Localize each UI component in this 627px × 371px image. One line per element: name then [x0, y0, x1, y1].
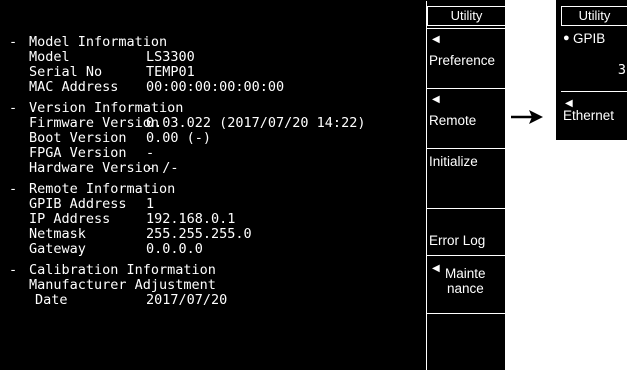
- softkey-label: Mainte nance: [445, 266, 501, 296]
- info-label: Hardware Version: [29, 160, 160, 176]
- info-label: Gateway: [29, 241, 86, 257]
- info-row: MAC Address 00:00:00:00:00:00: [9, 80, 419, 95]
- info-value: 1: [146, 196, 155, 212]
- version-information-section: - Version Information Firmware Version 0.0…: [9, 101, 419, 176]
- info-value: 2017/07/20: [146, 292, 228, 308]
- info-row: Model LS3300: [9, 50, 419, 65]
- info-row: Firmware Version 0.03.022 (2017/07/20 14:…: [9, 116, 419, 131]
- inset-title: Utility: [561, 6, 627, 26]
- info-label: Boot Version: [29, 130, 127, 146]
- info-value: 0.0.0.0: [146, 241, 203, 257]
- softkey-label-line1: Mainte: [445, 266, 486, 281]
- utility-inset-panel: Utility ● GPIB 3 ◀ Ethernet: [556, 0, 627, 140]
- menu-title: Utility: [427, 6, 506, 26]
- info-row: Serial No TEMP01: [9, 65, 419, 80]
- ethernet-label: Ethernet: [563, 108, 615, 123]
- preference-softkey[interactable]: ◀ Preference: [427, 28, 506, 88]
- softkey-label: Preference: [429, 53, 496, 68]
- remote-info-title: Remote Information: [29, 181, 176, 197]
- section-title: - Calibration Information: [9, 262, 216, 278]
- system-info-panel: - Model Information Model LS3300 Serial No…: [9, 35, 419, 314]
- softkey-label: Remote: [429, 113, 477, 128]
- info-value: 00:00:00:00:00:00: [146, 79, 285, 95]
- info-label: Firmware Version: [29, 115, 160, 131]
- info-value: 0.00 (-): [146, 130, 212, 146]
- right-arrow-icon: [511, 110, 543, 124]
- info-label: Manufacturer Adjustment: [29, 277, 216, 293]
- info-label: MAC Address: [29, 79, 119, 95]
- info-row: GPIB Address 1: [9, 197, 419, 212]
- info-row: Netmask 255.255.255.0: [9, 227, 419, 242]
- calibration-information-section: - Calibration Information Manufacturer Ad…: [9, 263, 419, 308]
- gpib-label: GPIB: [573, 31, 606, 46]
- info-row: Boot Version 0.00 (-): [9, 131, 419, 146]
- empty-softkey: [427, 313, 506, 371]
- remote-softkey[interactable]: ◀ Remote: [427, 88, 506, 148]
- info-row: Hardware Version - /-: [9, 161, 419, 176]
- soft-key-menu: Utility ◀ Preference ◀ Remote Initialize…: [426, 1, 506, 371]
- softkey-label-line2: nance: [447, 281, 484, 296]
- info-value: 0.03.022 (2017/07/20 14:22): [146, 115, 366, 131]
- gpib-softkey[interactable]: ● GPIB 3: [561, 29, 627, 91]
- softkey-label: Error Log: [429, 233, 486, 248]
- info-value: LS3300: [146, 49, 195, 65]
- info-row: Manufacturer Adjustment: [9, 278, 419, 293]
- left-triangle-icon: ◀: [432, 34, 440, 45]
- info-value: 192.168.0.1: [146, 211, 236, 227]
- info-label: IP Address: [29, 211, 111, 227]
- info-label: FPGA Version: [29, 145, 127, 161]
- initialize-softkey[interactable]: Initialize: [427, 148, 506, 208]
- info-row: IP Address 192.168.0.1: [9, 212, 419, 227]
- maintenance-softkey[interactable]: ◀ Mainte nance: [427, 255, 506, 315]
- calibration-info-title: Calibration Information: [29, 262, 216, 278]
- model-information-section: - Model Information Model LS3300 Serial No…: [9, 35, 419, 95]
- gpib-address-value: 3: [617, 62, 626, 78]
- radio-filled-icon: ●: [563, 32, 570, 44]
- section-title: - Remote Information: [9, 181, 176, 197]
- info-row: Gateway 0.0.0.0: [9, 242, 419, 257]
- left-triangle-icon: ◀: [432, 263, 440, 274]
- section-title: - Version Information: [9, 100, 184, 116]
- softkey-label: Initialize: [429, 154, 478, 169]
- remote-information-section: - Remote Information GPIB Address 1 IP Add…: [9, 182, 419, 257]
- version-info-title: Version Information: [29, 100, 184, 116]
- info-value: TEMP01: [146, 64, 195, 80]
- info-row: FPGA Version -: [9, 146, 419, 161]
- info-value: 255.255.255.0: [146, 226, 252, 242]
- info-label: Model: [29, 49, 70, 65]
- instrument-screen: - Model Information Model LS3300 Serial No…: [0, 0, 506, 371]
- section-title: - Model Information: [9, 34, 168, 50]
- info-label: GPIB Address: [29, 196, 127, 212]
- info-label: Netmask: [29, 226, 86, 242]
- info-value: - /-: [146, 160, 179, 176]
- model-info-title: Model Information: [29, 34, 168, 50]
- ethernet-softkey[interactable]: ◀ Ethernet: [561, 91, 627, 141]
- info-label: Date: [35, 292, 68, 308]
- info-value: -: [146, 145, 155, 161]
- left-triangle-icon: ◀: [432, 94, 440, 105]
- info-label: Serial No: [29, 64, 103, 80]
- info-row: Date 2017/07/20: [9, 293, 419, 308]
